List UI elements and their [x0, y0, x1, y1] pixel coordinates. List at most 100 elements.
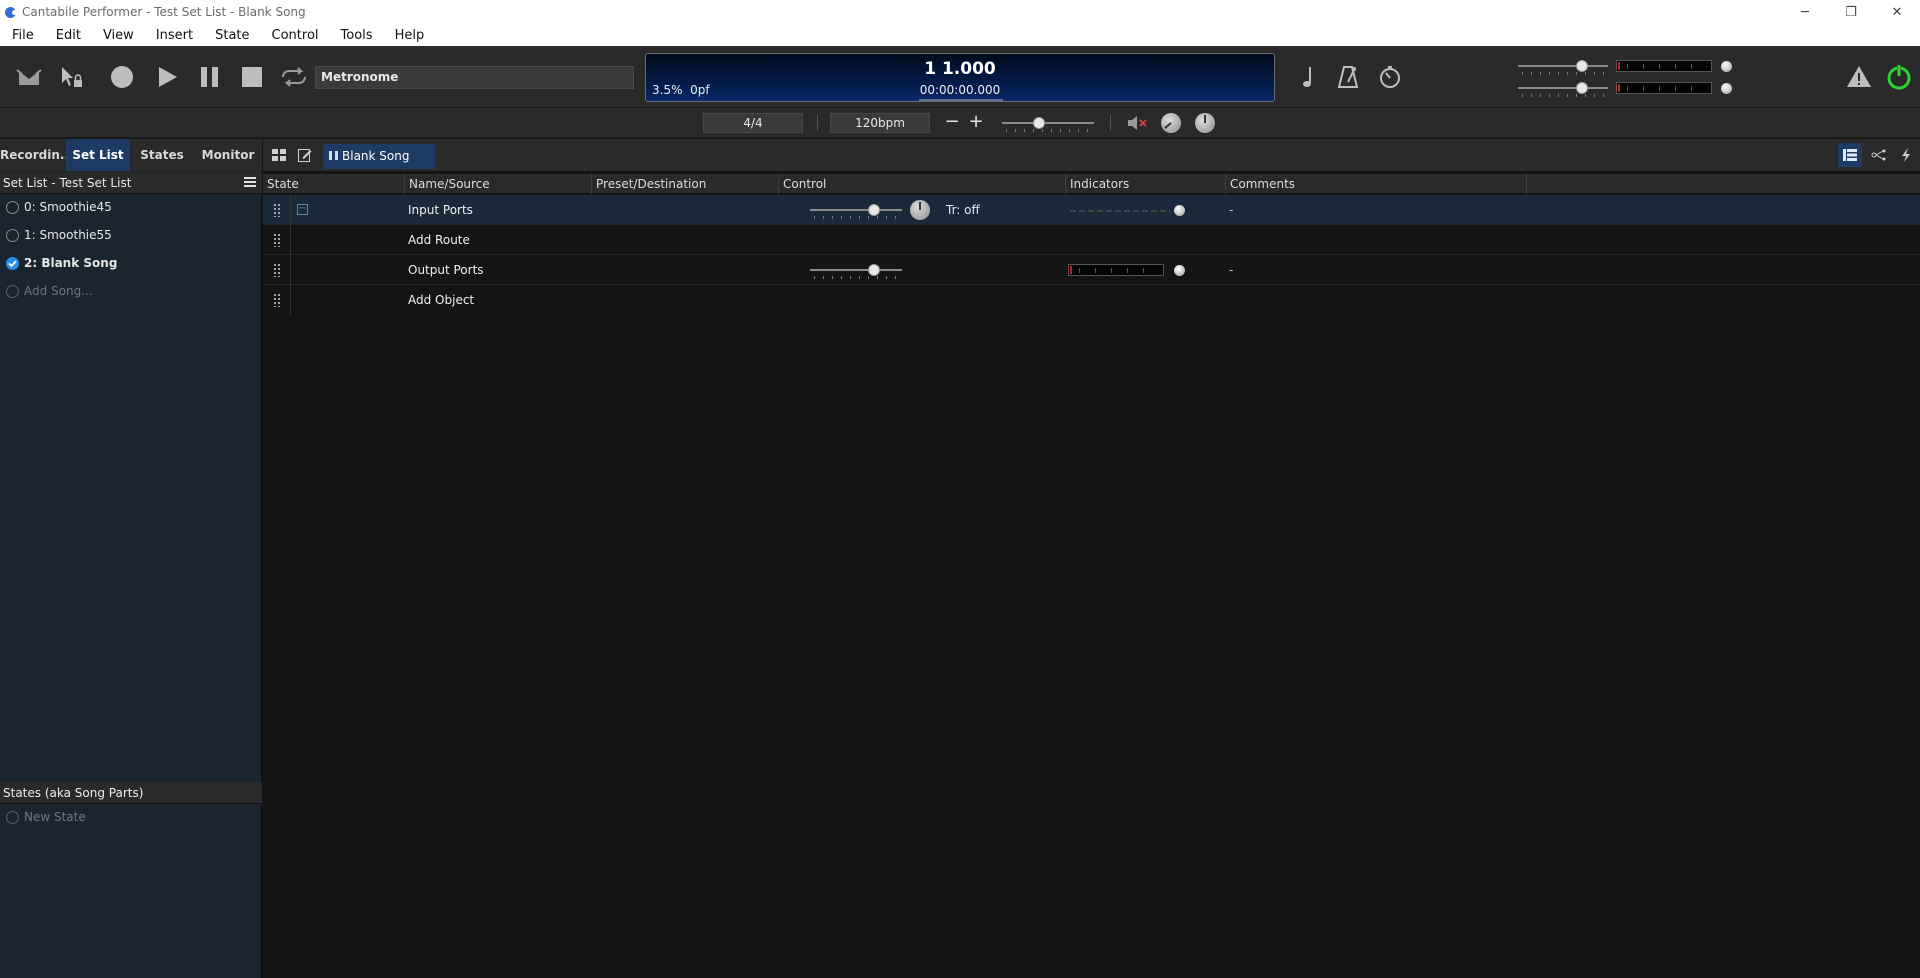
menu-help[interactable]: Help [384, 28, 436, 43]
drag-handle-icon[interactable] [273, 233, 281, 247]
window-controls: ─ ❐ ✕ [1782, 0, 1920, 24]
song-item[interactable]: 0: Smoothie45 [0, 193, 262, 221]
transport-display: 1 1.000 3.5% 0pf 00:00:00.000 [645, 53, 1275, 102]
row-name: Add Route [408, 233, 470, 247]
grid-view-icon[interactable] [267, 142, 291, 168]
separator [817, 115, 818, 131]
master-input-slider[interactable] [1518, 58, 1608, 75]
output-gain-slider[interactable] [810, 262, 902, 279]
list-view-button[interactable] [1838, 143, 1862, 167]
input-gain-slider[interactable] [810, 202, 902, 219]
hamburger-menu-icon[interactable] [244, 176, 256, 188]
menu-view[interactable]: View [92, 28, 145, 43]
column-control[interactable]: Control [779, 174, 1066, 194]
input-led-button[interactable] [1721, 61, 1732, 72]
menu-control[interactable]: Control [261, 28, 330, 43]
drag-handle-icon[interactable] [273, 263, 281, 277]
row-comment: - [1229, 203, 1234, 217]
minimize-button[interactable]: ─ [1782, 0, 1828, 24]
metronome-mute-icon[interactable] [1122, 108, 1152, 138]
power-icon[interactable] [1884, 62, 1914, 92]
column-name-source[interactable]: Name/Source [405, 174, 592, 194]
input-pan-knob[interactable] [910, 200, 930, 220]
edit-notes-icon[interactable] [293, 142, 317, 168]
play-icon[interactable] [152, 62, 182, 92]
drag-handle-icon[interactable] [273, 203, 281, 217]
output-gain-slider-knob[interactable] [868, 264, 880, 276]
song-item-selected[interactable]: 2: Blank Song [0, 249, 262, 277]
states-header: States (aka Song Parts) [0, 782, 262, 804]
new-state-item[interactable]: New State [0, 803, 262, 831]
column-state[interactable]: State [263, 174, 405, 194]
add-song-label: Add Song... [24, 284, 93, 298]
restore-button[interactable]: ❐ [1828, 0, 1874, 24]
pause-icon[interactable] [195, 62, 225, 92]
column-preset-destination[interactable]: Preset/Destination [592, 174, 779, 194]
row-name: Add Object [408, 293, 475, 307]
song-radio-checked[interactable] [6, 256, 19, 270]
tab-set-list[interactable]: Set List [66, 139, 130, 171]
song-tab[interactable]: Blank Song [323, 144, 435, 169]
time-readout: 00:00:00.000 [919, 83, 1001, 97]
transport-toolbar: Metronome 1 1.000 3.5% 0pf 00:00:00.000 [0, 46, 1920, 108]
routing-row-output-ports[interactable]: Output Ports - [263, 255, 1920, 285]
menu-state[interactable]: State [204, 28, 260, 43]
warning-icon[interactable] [1844, 62, 1874, 92]
timer-icon[interactable] [1375, 62, 1405, 92]
tempo-slider-knob[interactable] [1033, 117, 1045, 129]
routing-row-input-ports[interactable]: − Input Ports Tr: off - [263, 195, 1920, 225]
close-button[interactable]: ✕ [1874, 0, 1920, 24]
song-radio[interactable] [6, 200, 19, 214]
set-list-title: Set List - Test Set List [3, 176, 132, 190]
master-input-slider-knob[interactable] [1576, 60, 1588, 72]
menu-tools[interactable]: Tools [330, 28, 384, 43]
menu-file[interactable]: File [0, 28, 45, 43]
tempo-field[interactable]: 120bpm [830, 113, 930, 133]
column-comments[interactable]: Comments [1226, 174, 1527, 194]
cell-divider [290, 285, 291, 315]
list-view-icon [1843, 149, 1857, 161]
collapse-icon[interactable]: − [297, 204, 308, 215]
song-label: 1: Smoothie55 [24, 228, 112, 242]
columns-icon [329, 151, 338, 160]
tab-monitor[interactable]: Monitor [194, 139, 262, 171]
metronome-icon[interactable] [1333, 62, 1363, 92]
master-output-slider-knob[interactable] [1576, 82, 1588, 94]
tempo-increase-button[interactable]: + [966, 113, 986, 133]
tab-recordings[interactable]: Recordin... [0, 139, 66, 171]
song-radio[interactable] [6, 228, 19, 242]
add-song-item[interactable]: Add Song... [0, 277, 262, 305]
routing-row-add-route[interactable]: Add Route [263, 225, 1920, 255]
loop-icon[interactable] [279, 62, 309, 92]
menu-insert[interactable]: Insert [145, 28, 204, 43]
left-panel: Recordin... Set List States Monitor Set … [0, 139, 262, 978]
note-icon[interactable] [1293, 62, 1323, 92]
metronome-volume-knob[interactable] [1161, 113, 1181, 133]
separator [1110, 115, 1111, 131]
tempo-decrease-button[interactable]: − [942, 113, 962, 133]
tempo-slider[interactable] [1002, 115, 1094, 132]
metronome-selector[interactable]: Metronome [315, 66, 634, 89]
bindings-lightning-icon[interactable] [1894, 142, 1918, 168]
menu-edit[interactable]: Edit [45, 28, 92, 43]
tempo-toolbar: 4/4 120bpm − + [0, 108, 1920, 138]
input-gain-slider-knob[interactable] [868, 204, 880, 216]
drag-handle-icon[interactable] [273, 293, 281, 307]
metronome-pan-knob[interactable] [1195, 113, 1215, 133]
master-output-slider[interactable] [1518, 80, 1608, 97]
stop-icon[interactable] [237, 62, 267, 92]
route-diagram-icon[interactable] [1867, 142, 1891, 168]
states-title: States (aka Song Parts) [3, 786, 144, 800]
song-item[interactable]: 1: Smoothie55 [0, 221, 262, 249]
tab-states[interactable]: States [130, 139, 194, 171]
column-indicators[interactable]: Indicators [1066, 174, 1226, 194]
transpose-status[interactable]: Tr: off [946, 195, 980, 225]
record-icon[interactable] [107, 62, 137, 92]
input-indicator-led [1174, 205, 1185, 216]
live-mode-icon[interactable] [14, 62, 44, 92]
output-led-button[interactable] [1721, 83, 1732, 94]
routing-row-add-object[interactable]: Add Object [263, 285, 1920, 315]
time-signature-field[interactable]: 4/4 [703, 113, 803, 133]
checkmark-icon [8, 259, 17, 267]
lock-cursor-icon[interactable] [56, 62, 86, 92]
